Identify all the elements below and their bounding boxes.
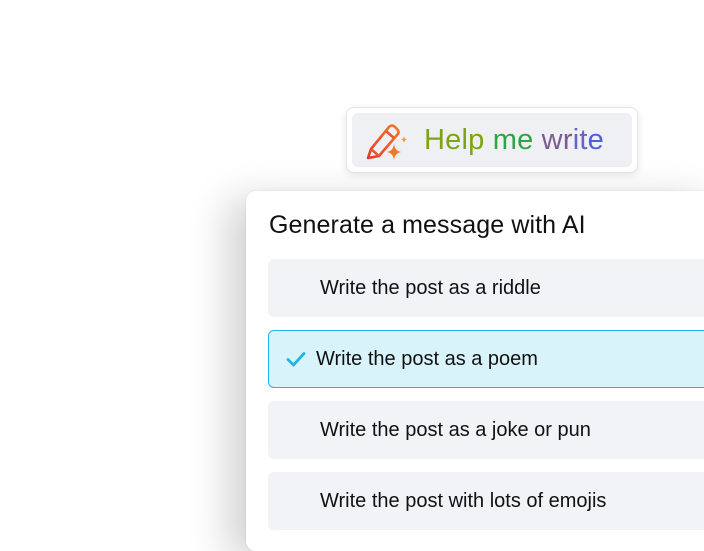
option-label: Write the post as a joke or pun — [320, 418, 591, 441]
option-label: Write the post as a poem — [316, 347, 538, 370]
write-word-part-1: wr — [541, 123, 573, 156]
help-word: Help — [424, 123, 485, 156]
pen-sparkle-icon — [366, 124, 407, 160]
help-me-write-button[interactable]: Help me wr it e — [352, 113, 632, 167]
option-joke-or-pun[interactable]: Write the post as a joke or pun — [268, 401, 704, 459]
checkmark-icon — [286, 352, 306, 367]
option-poem[interactable]: Write the post as a poem — [268, 330, 704, 388]
option-label: Write the post with lots of emojis — [320, 489, 607, 512]
option-riddle[interactable]: Write the post as a riddle — [268, 259, 704, 317]
generate-message-panel: Generate a message with AI Write the pos… — [246, 191, 704, 551]
write-word-part-3: e — [587, 123, 604, 156]
me-word: me — [492, 123, 534, 156]
option-emojis[interactable]: Write the post with lots of emojis — [268, 472, 704, 530]
panel-title: Generate a message with AI — [269, 211, 586, 239]
write-word-part-2: it — [572, 123, 588, 156]
option-label: Write the post as a riddle — [320, 276, 541, 299]
help-me-write-label: Help me wr it e — [424, 113, 604, 167]
help-me-write-container: Help me wr it e — [346, 107, 638, 173]
